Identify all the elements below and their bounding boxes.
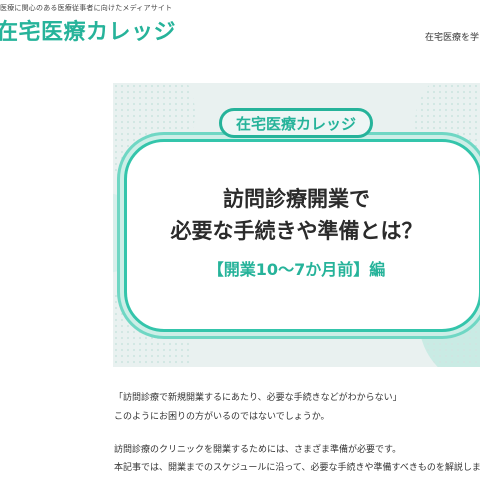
article-paragraph: 「訪問診療で新規開業するにあたり、必要な手続きなどがわからない」 xyxy=(114,393,402,403)
hero-subtitle: 【開業10〜7か月前】編 xyxy=(207,260,386,279)
hero-title-line1: 訪問診療開業で xyxy=(223,187,370,211)
site-tagline: 医療に関心のある医療従事者に向けたメディアサイト xyxy=(0,4,173,12)
article-paragraph: 訪問診療のクリニックを開業するためには、さまざま準備が必要です。 xyxy=(114,445,402,455)
article-paragraph: 本記事では、開業までのスケジュールに沿って、必要な手続きや準備すべきものを解説し… xyxy=(114,463,480,473)
nav-link-learn[interactable]: 在宅医療を学 xyxy=(425,30,479,43)
article-paragraph: このようにお困りの方がいるのではないでしょうか。 xyxy=(114,412,330,422)
site-logo[interactable]: 在宅医療カレッジ xyxy=(0,14,176,46)
hero-image: 在宅医療カレッジ 訪問診療開業で 必要な手続きや準備とは？ 【開業10〜7か月前… xyxy=(113,83,480,367)
hero-badge: 在宅医療カレッジ xyxy=(219,108,373,138)
hero-title-line2: 必要な手続きや準備とは？ xyxy=(170,219,423,243)
